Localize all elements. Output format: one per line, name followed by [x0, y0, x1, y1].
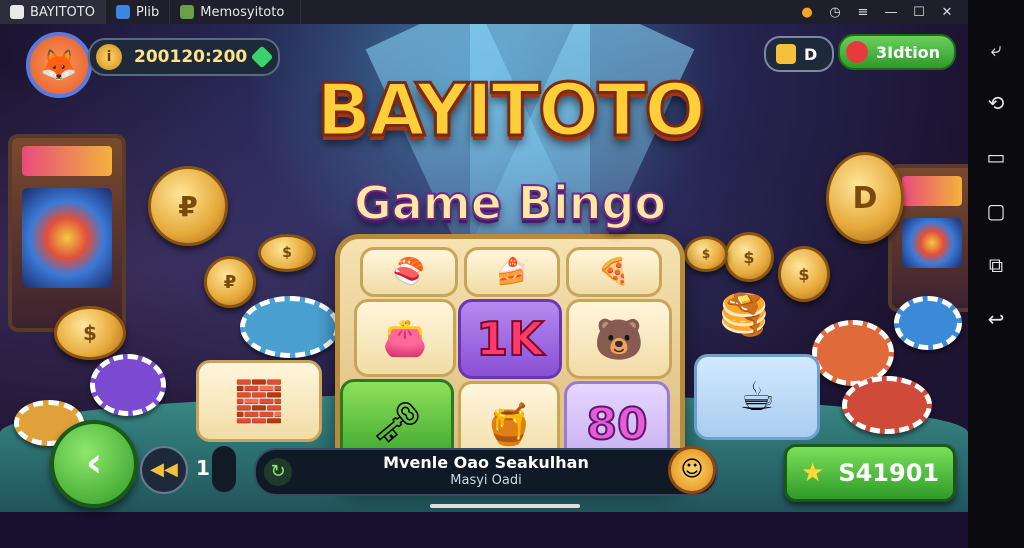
close-icon[interactable]: ✕ [938, 5, 956, 20]
rewind-icon: ◀◀ [150, 459, 178, 480]
fullscreen-icon[interactable]: ▭ [983, 144, 1009, 170]
screenshot-icon[interactable]: ⤶ [983, 36, 1009, 62]
app-icon [10, 5, 24, 19]
coin-icon: i [96, 44, 122, 70]
coin-icon: D [826, 152, 904, 244]
minimize-icon[interactable]: — [882, 5, 900, 20]
message-line-2: Masyi Oadi [450, 473, 522, 488]
previous-button[interactable]: ◀◀ [140, 446, 188, 494]
score-value: S41901 [838, 459, 940, 487]
tile-bricks[interactable]: 🧱 [196, 360, 322, 442]
casino-chip [90, 354, 166, 416]
tile-label: 1K [475, 311, 545, 367]
tile-teacup[interactable]: ☕ [694, 354, 820, 440]
location-icon[interactable]: ● [798, 5, 816, 20]
tab-memosyitoto[interactable]: Memosyitoto [170, 0, 302, 24]
gem-icon[interactable] [250, 45, 274, 69]
small-button[interactable]: D [764, 36, 834, 72]
tile-cake[interactable]: 🍰 [464, 247, 560, 297]
fox-icon: 🦊 [40, 47, 78, 83]
coin-icon: ₽ [204, 256, 256, 308]
avatar[interactable]: 🦊 [26, 32, 92, 98]
casino-chip [894, 296, 962, 350]
page-number: 1 [196, 456, 210, 480]
coin-icon: $ [724, 232, 774, 282]
tile-pancake[interactable]: 🥞 [696, 286, 792, 342]
lock-icon [776, 44, 796, 64]
coin-icon: $ [54, 306, 126, 360]
arcade-machine [8, 134, 126, 332]
coin-icon: $ [684, 236, 728, 272]
android-nav-bar: ⤶ ⟲ ▭ ▢ ⧉ ↩ [968, 0, 1024, 548]
tile-label: 80 [585, 398, 648, 451]
copy-icon[interactable]: ⧉ [983, 252, 1009, 278]
window-icon[interactable]: ▢ [983, 198, 1009, 224]
home-icon [115, 5, 130, 19]
coin-value: 200120:200 [134, 47, 248, 67]
coin-icon: ₽ [148, 166, 228, 246]
chevron-left-icon: ‹ [85, 440, 103, 486]
game-subtitle: Game Bingo [353, 175, 667, 231]
tab-label: Memosyitoto [200, 4, 285, 20]
tile-1k[interactable]: 1K [458, 299, 562, 379]
tile-pizza[interactable]: 🍕 [566, 247, 662, 297]
tab-plib[interactable]: Plib [106, 0, 171, 24]
coin-icon: $ [258, 234, 316, 272]
game-icon [180, 5, 195, 19]
window-controls: ● ◷ ≡ — ☐ ✕ [798, 5, 968, 20]
game-scene: ₽ ₽ $ $ D $ $ $ 🍣 🍰 🍕 👛 1K 🐻 🗝 🍯 80 🧱 ☕ … [0, 24, 968, 512]
back-icon[interactable]: ↩ [983, 306, 1009, 332]
window-titlebar: BAYITOTO Plib Memosyitoto ● ◷ ≡ — ☐ ✕ [0, 0, 968, 24]
option-icon [846, 41, 868, 63]
back-button[interactable]: ‹ [50, 420, 138, 508]
score-button[interactable]: ★ S41901 [784, 444, 956, 502]
casino-chip [842, 376, 932, 434]
tile-bear[interactable]: 🐻 [566, 299, 672, 379]
tab-label: BAYITOTO [30, 4, 95, 20]
menu-icon[interactable]: ≡ [854, 5, 872, 20]
message-bar: ↻ Mvenle Oao Seakulhan Masyi Oadi [254, 448, 718, 496]
tab-bayitoto[interactable]: BAYITOTO [0, 0, 106, 24]
tile-sushi[interactable]: 🍣 [360, 247, 458, 297]
game-title: BAYITOTO [315, 67, 707, 154]
star-icon: ★ [801, 458, 825, 488]
clock-icon[interactable]: ◷ [826, 5, 844, 20]
casino-chip [240, 296, 340, 358]
bingo-board: 🍣 🍰 🍕 👛 1K 🐻 🗝 🍯 80 [335, 234, 685, 484]
maximize-icon[interactable]: ☐ [910, 5, 928, 20]
smiley-icon[interactable]: ☺ [668, 446, 716, 494]
home-indicator[interactable] [430, 504, 580, 508]
rotate-icon[interactable]: ⟲ [983, 90, 1009, 116]
tab-label: Plib [135, 4, 160, 20]
small-button-label: D [804, 44, 818, 64]
page-indicator [212, 446, 236, 492]
option-button[interactable]: 3Idtion [838, 34, 956, 70]
tile-bag[interactable]: 👛 [354, 299, 456, 377]
message-line-1: Mvenle Oao Seakulhan [383, 453, 589, 472]
coin-balance: i 200120:200 [88, 38, 280, 76]
option-button-label: 3Idtion [876, 42, 941, 62]
